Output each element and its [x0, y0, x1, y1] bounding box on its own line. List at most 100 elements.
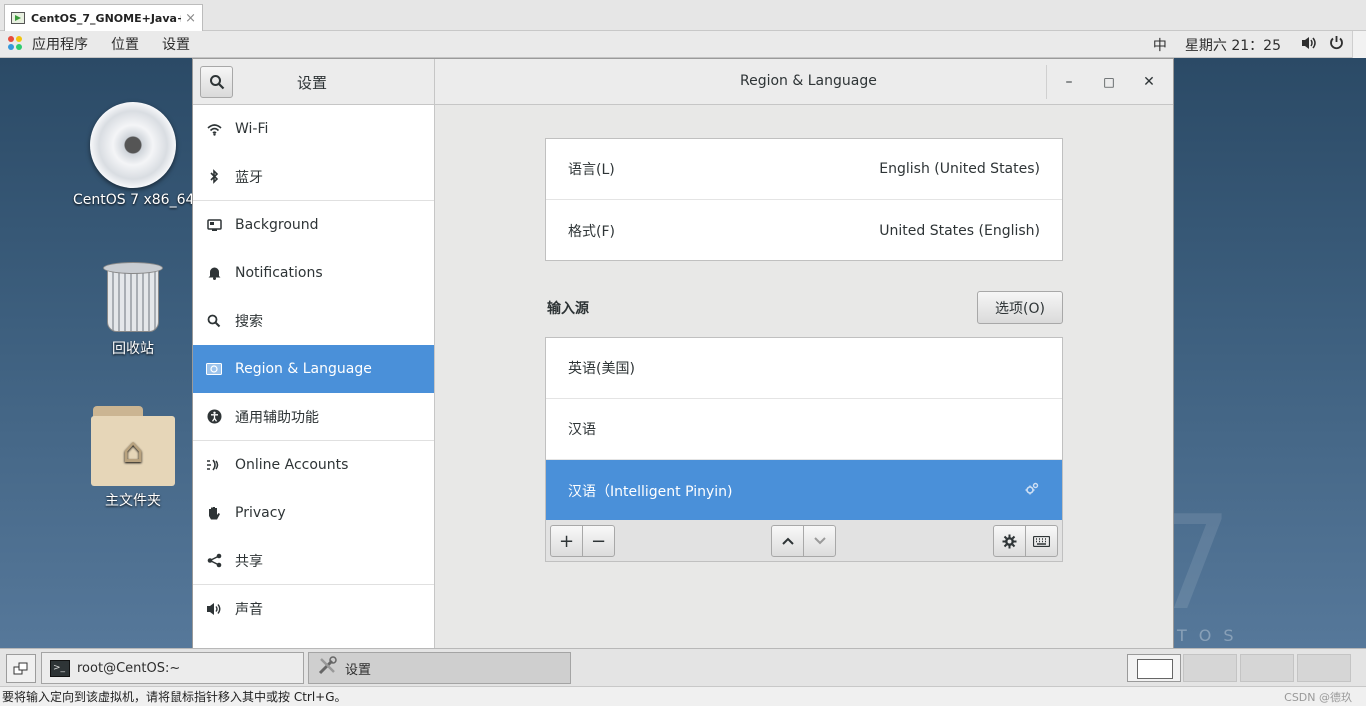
input-source-label: 汉语（Intelligent Pinyin)	[568, 483, 733, 500]
accessibility-icon	[206, 409, 222, 425]
sidebar-item-background[interactable]: Background	[193, 201, 434, 249]
input-source-settings-button[interactable]	[993, 525, 1026, 557]
vm-status-hint: 要将输入定向到该虚拟机，请将鼠标指针移入其中或按 Ctrl+G。	[2, 690, 347, 704]
clock[interactable]: 星期六 21：25	[1185, 35, 1281, 55]
share-icon	[206, 553, 222, 569]
desktop-icon-trash[interactable]: 回收站	[73, 262, 193, 358]
sidebar-item-label: 通用辅助功能	[235, 409, 319, 426]
chevron-down-icon	[813, 537, 826, 545]
language-format-card: 语言(L) English (United States) 格式(F) Unit…	[545, 138, 1063, 261]
online-accounts-icon	[206, 457, 222, 473]
workspace-1[interactable]	[1127, 654, 1181, 682]
sidebar-item-accessibility[interactable]: 通用辅助功能	[193, 393, 434, 441]
minimize-button[interactable]: –	[1058, 71, 1080, 93]
desktop-icon-label: CentOS 7 x86_64	[73, 192, 195, 208]
header-separator	[1046, 65, 1047, 99]
menu-places[interactable]: 位置	[111, 34, 139, 54]
desktop-icon-home[interactable]: ⌂ 主文件夹	[73, 406, 193, 510]
sidebar-item-label: Privacy	[235, 505, 286, 521]
centos-watermark-text: TOS	[1177, 626, 1246, 645]
region-icon	[206, 361, 222, 377]
workspace-3[interactable]	[1240, 654, 1294, 682]
vm-tab-close-icon[interactable]: ×	[185, 11, 196, 26]
input-source-item[interactable]: 英语(美国)	[546, 338, 1062, 399]
vm-tab-bar: CentOS_7_GNOME+Java+... ×	[0, 0, 1366, 31]
workspace-2[interactable]	[1183, 654, 1237, 682]
sidebar-item-bluetooth[interactable]: 蓝牙	[193, 153, 434, 201]
taskbar-settings[interactable]: 设置	[308, 652, 571, 684]
formats-row[interactable]: 格式(F) United States (English)	[546, 200, 1062, 261]
volume-icon[interactable]	[1301, 36, 1317, 54]
gear-icon	[1002, 534, 1017, 548]
trash-icon	[103, 262, 163, 334]
maximize-button[interactable]: □	[1098, 71, 1120, 93]
power-icon[interactable]	[1329, 35, 1344, 54]
bluetooth-icon	[206, 169, 222, 185]
speaker-icon	[206, 601, 222, 617]
vm-icon	[11, 12, 25, 24]
header-bar: Region & Language – □ ✕	[435, 59, 1173, 105]
language-value: English (United States)	[879, 161, 1040, 177]
keyboard-layout-button[interactable]	[1025, 525, 1058, 557]
sidebar-item-online-accounts[interactable]: Online Accounts	[193, 441, 434, 489]
window-title: Region & Language	[740, 73, 877, 89]
cdrom-icon	[90, 102, 176, 188]
sidebar-item-label: Background	[235, 217, 319, 233]
language-row[interactable]: 语言(L) English (United States)	[546, 139, 1062, 200]
sidebar-item-sound[interactable]: 声音	[193, 585, 434, 633]
tools-icon	[317, 656, 339, 680]
bell-icon	[206, 265, 222, 281]
input-source-settings-icon[interactable]	[1024, 482, 1040, 500]
move-up-button[interactable]	[771, 525, 804, 557]
scrollbar-handle[interactable]	[1352, 31, 1366, 58]
sidebar-header: 设置	[193, 59, 435, 105]
wifi-icon	[206, 121, 222, 137]
sidebar-item-sharing[interactable]: 共享	[193, 537, 434, 585]
region-language-panel: 语言(L) English (United States) 格式(F) Unit…	[435, 105, 1173, 648]
vm-tab[interactable]: CentOS_7_GNOME+Java+... ×	[4, 4, 203, 31]
sidebar-item-notifications[interactable]: Notifications	[193, 249, 434, 297]
sidebar-item-label: 声音	[235, 602, 263, 618]
input-sources-heading: 输入源	[547, 301, 589, 317]
input-options-button[interactable]: 选项(O)	[977, 291, 1063, 324]
input-source-item[interactable]: 汉语	[546, 399, 1062, 460]
input-source-label: 汉语	[568, 422, 596, 438]
menu-applications[interactable]: 应用程序	[32, 34, 88, 54]
sidebar-item-label: Wi-Fi	[235, 121, 269, 137]
show-desktop-button[interactable]	[6, 654, 36, 683]
remove-input-source-button[interactable]: −	[582, 525, 615, 557]
input-source-label: 英语(美国)	[568, 361, 635, 377]
sidebar-item-label: Region & Language	[235, 361, 372, 377]
menu-settings[interactable]: 设置	[162, 34, 190, 54]
input-method-indicator[interactable]: 中	[1153, 35, 1167, 55]
language-label: 语言(L)	[568, 162, 615, 178]
vm-status-bar: 要将输入定向到该虚拟机，请将鼠标指针移入其中或按 Ctrl+G。 CSDN @德…	[0, 686, 1366, 706]
windows-icon	[13, 662, 28, 674]
search-icon	[209, 75, 224, 90]
input-source-item-selected[interactable]: 汉语（Intelligent Pinyin)	[546, 460, 1062, 521]
hand-icon	[206, 505, 222, 521]
sidebar-item-label: 蓝牙	[235, 169, 263, 186]
home-folder-icon: ⌂	[91, 406, 175, 486]
taskbar-terminal[interactable]: >_ root@CentOS:~	[41, 652, 304, 684]
close-button[interactable]: ✕	[1138, 71, 1160, 93]
add-input-source-button[interactable]: +	[550, 525, 583, 557]
taskbar-task-label: root@CentOS:~	[77, 660, 181, 676]
csdn-watermark: CSDN @德玖	[1284, 691, 1352, 704]
formats-value: United States (English)	[879, 222, 1040, 239]
sidebar-item-wifi[interactable]: Wi-Fi	[193, 105, 434, 153]
taskbar-task-label: 设置	[345, 662, 372, 678]
settings-sidebar: Wi-Fi 蓝牙 Background Notifications 搜索 Reg…	[193, 105, 435, 648]
search-icon	[206, 313, 222, 329]
desktop-icon-cdrom[interactable]: CentOS 7 x86_64	[73, 102, 195, 208]
sidebar-item-region-language[interactable]: Region & Language	[193, 345, 434, 393]
gnome-top-bar: 应用程序 位置 设置 中 星期六 21：25	[0, 31, 1366, 58]
keyboard-icon	[1033, 535, 1050, 547]
sidebar-title: 设置	[297, 74, 328, 92]
chevron-up-icon	[781, 537, 794, 545]
search-button[interactable]	[200, 66, 233, 98]
workspace-4[interactable]	[1297, 654, 1351, 682]
sidebar-item-privacy[interactable]: Privacy	[193, 489, 434, 537]
sidebar-item-search[interactable]: 搜索	[193, 297, 434, 345]
move-down-button[interactable]	[803, 525, 836, 557]
